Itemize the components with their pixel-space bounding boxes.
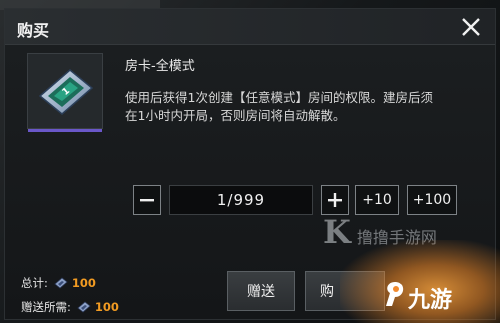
gift-cost-amount: 100 (94, 300, 119, 314)
dialog-title: 购买 (17, 21, 50, 40)
dialog-titlebar: 购买 (5, 9, 495, 45)
plus-icon (328, 193, 342, 207)
item-description: 使用后获得1次创建【任意模式】房间的权限。建房后须在1小时内开局，否则房间将自动… (125, 90, 433, 123)
gift-cost-row: 赠送所需: 100 (21, 295, 119, 319)
close-icon (462, 18, 480, 36)
item-name: 房卡-全模式 (125, 59, 195, 74)
total-amount: 100 (71, 276, 96, 290)
gift-button[interactable]: 赠送 (227, 271, 295, 311)
gift-cost-label: 赠送所需: (21, 300, 71, 314)
plus-100-button[interactable]: +100 (407, 185, 457, 215)
total-row: 总计: 100 (21, 271, 119, 295)
close-button[interactable] (459, 15, 483, 39)
watermark-site2: 九游 (408, 288, 453, 313)
quantity-field[interactable]: 1/999 (169, 185, 313, 215)
item-rarity-bar (28, 129, 102, 132)
room-card-icon: 1 (38, 69, 94, 115)
plus-10-button[interactable]: +10 (355, 185, 399, 215)
item-thumbnail: 1 (27, 53, 103, 132)
total-label: 总计: (21, 276, 48, 290)
decrease-button[interactable] (133, 185, 161, 215)
nine-game-logo-icon (386, 282, 404, 306)
increase-button[interactable] (321, 185, 349, 215)
minus-icon (140, 199, 154, 202)
room-card-mini-icon (77, 301, 91, 313)
totals-panel: 总计: 100 赠送所需: 100 (21, 271, 119, 319)
room-card-mini-icon (54, 277, 68, 289)
